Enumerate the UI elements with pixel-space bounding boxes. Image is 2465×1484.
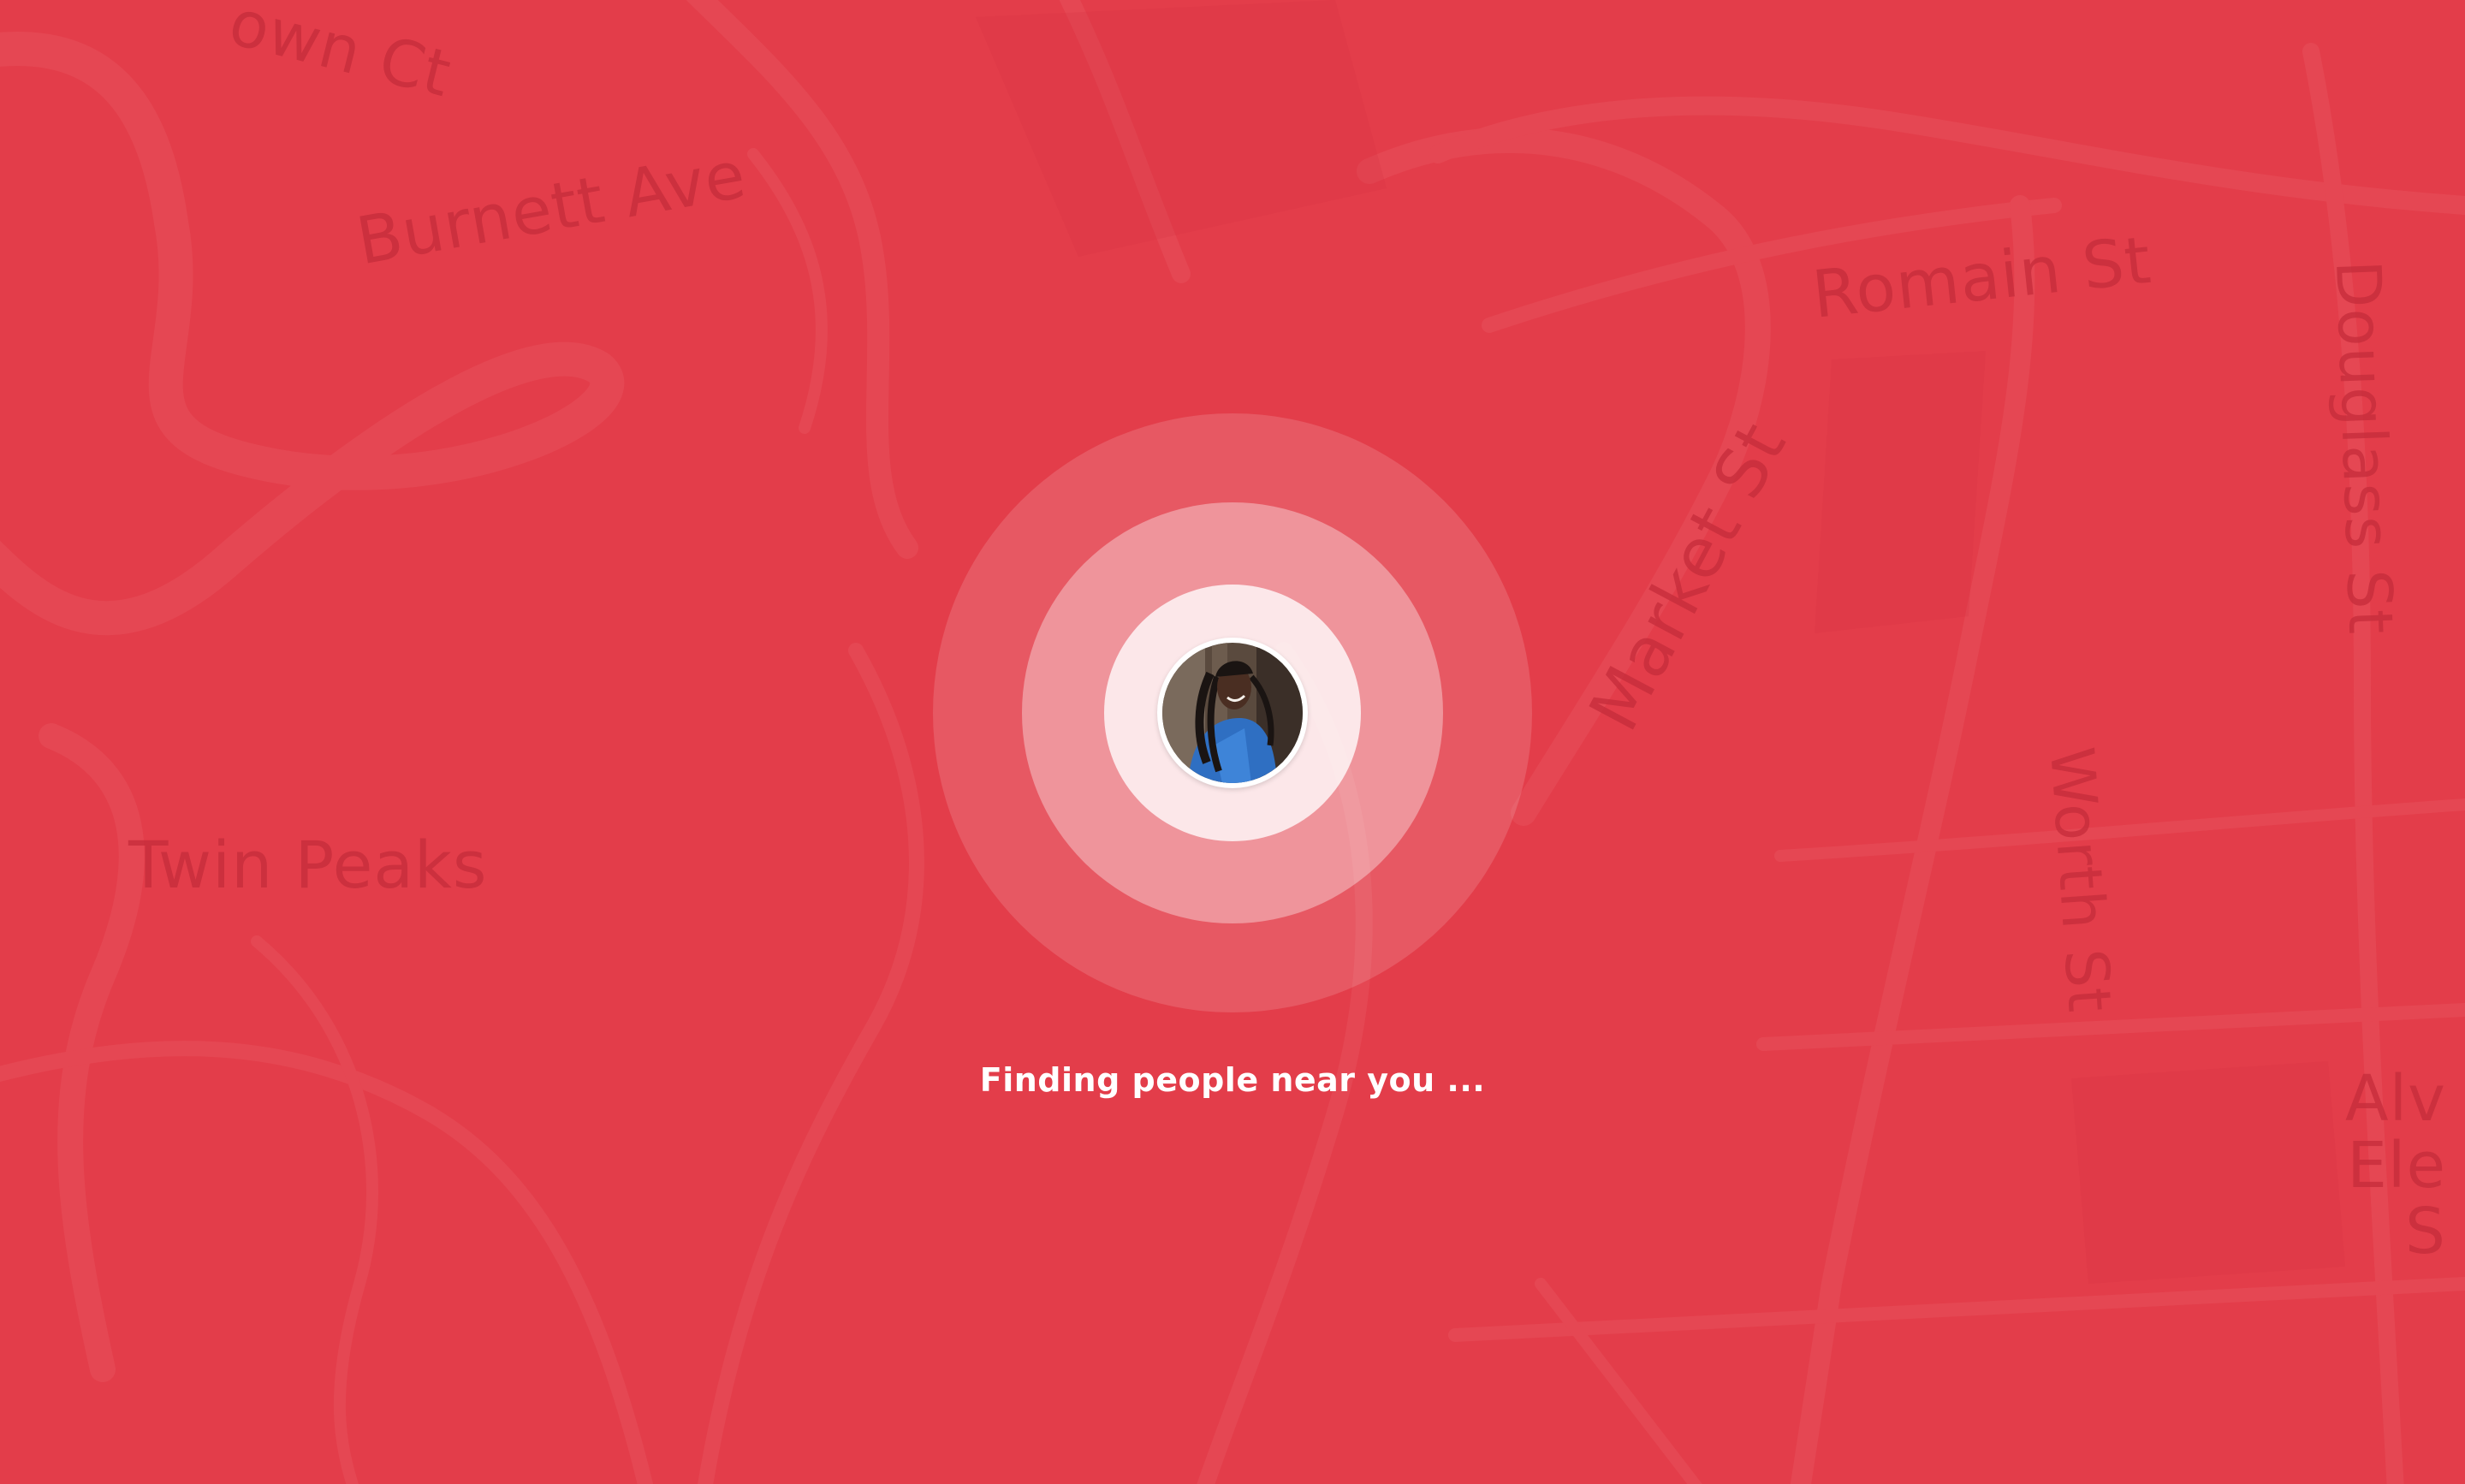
- place-label: Twin Peaks: [128, 827, 488, 903]
- search-screen: own Ct Burnett Ave Romain St Market St D…: [0, 0, 2465, 1484]
- map-road: [747, 148, 828, 434]
- radar-pulse: [933, 413, 1532, 1012]
- map-area: [1815, 351, 1986, 633]
- map-road: [251, 935, 378, 1484]
- map-road: [1448, 1277, 2465, 1342]
- map-area: [976, 0, 1387, 257]
- map-road: [0, 31, 625, 636]
- search-status-text: Finding people near you ...: [979, 1061, 1486, 1099]
- map-road: [1756, 1003, 2465, 1051]
- street-label: Douglass St: [2322, 258, 2408, 636]
- map-road: [1535, 1278, 1702, 1484]
- map-road: [0, 1041, 654, 1484]
- user-avatar-photo-icon: [1162, 643, 1303, 783]
- map-road: [686, 0, 918, 559]
- user-avatar[interactable]: [1157, 638, 1308, 788]
